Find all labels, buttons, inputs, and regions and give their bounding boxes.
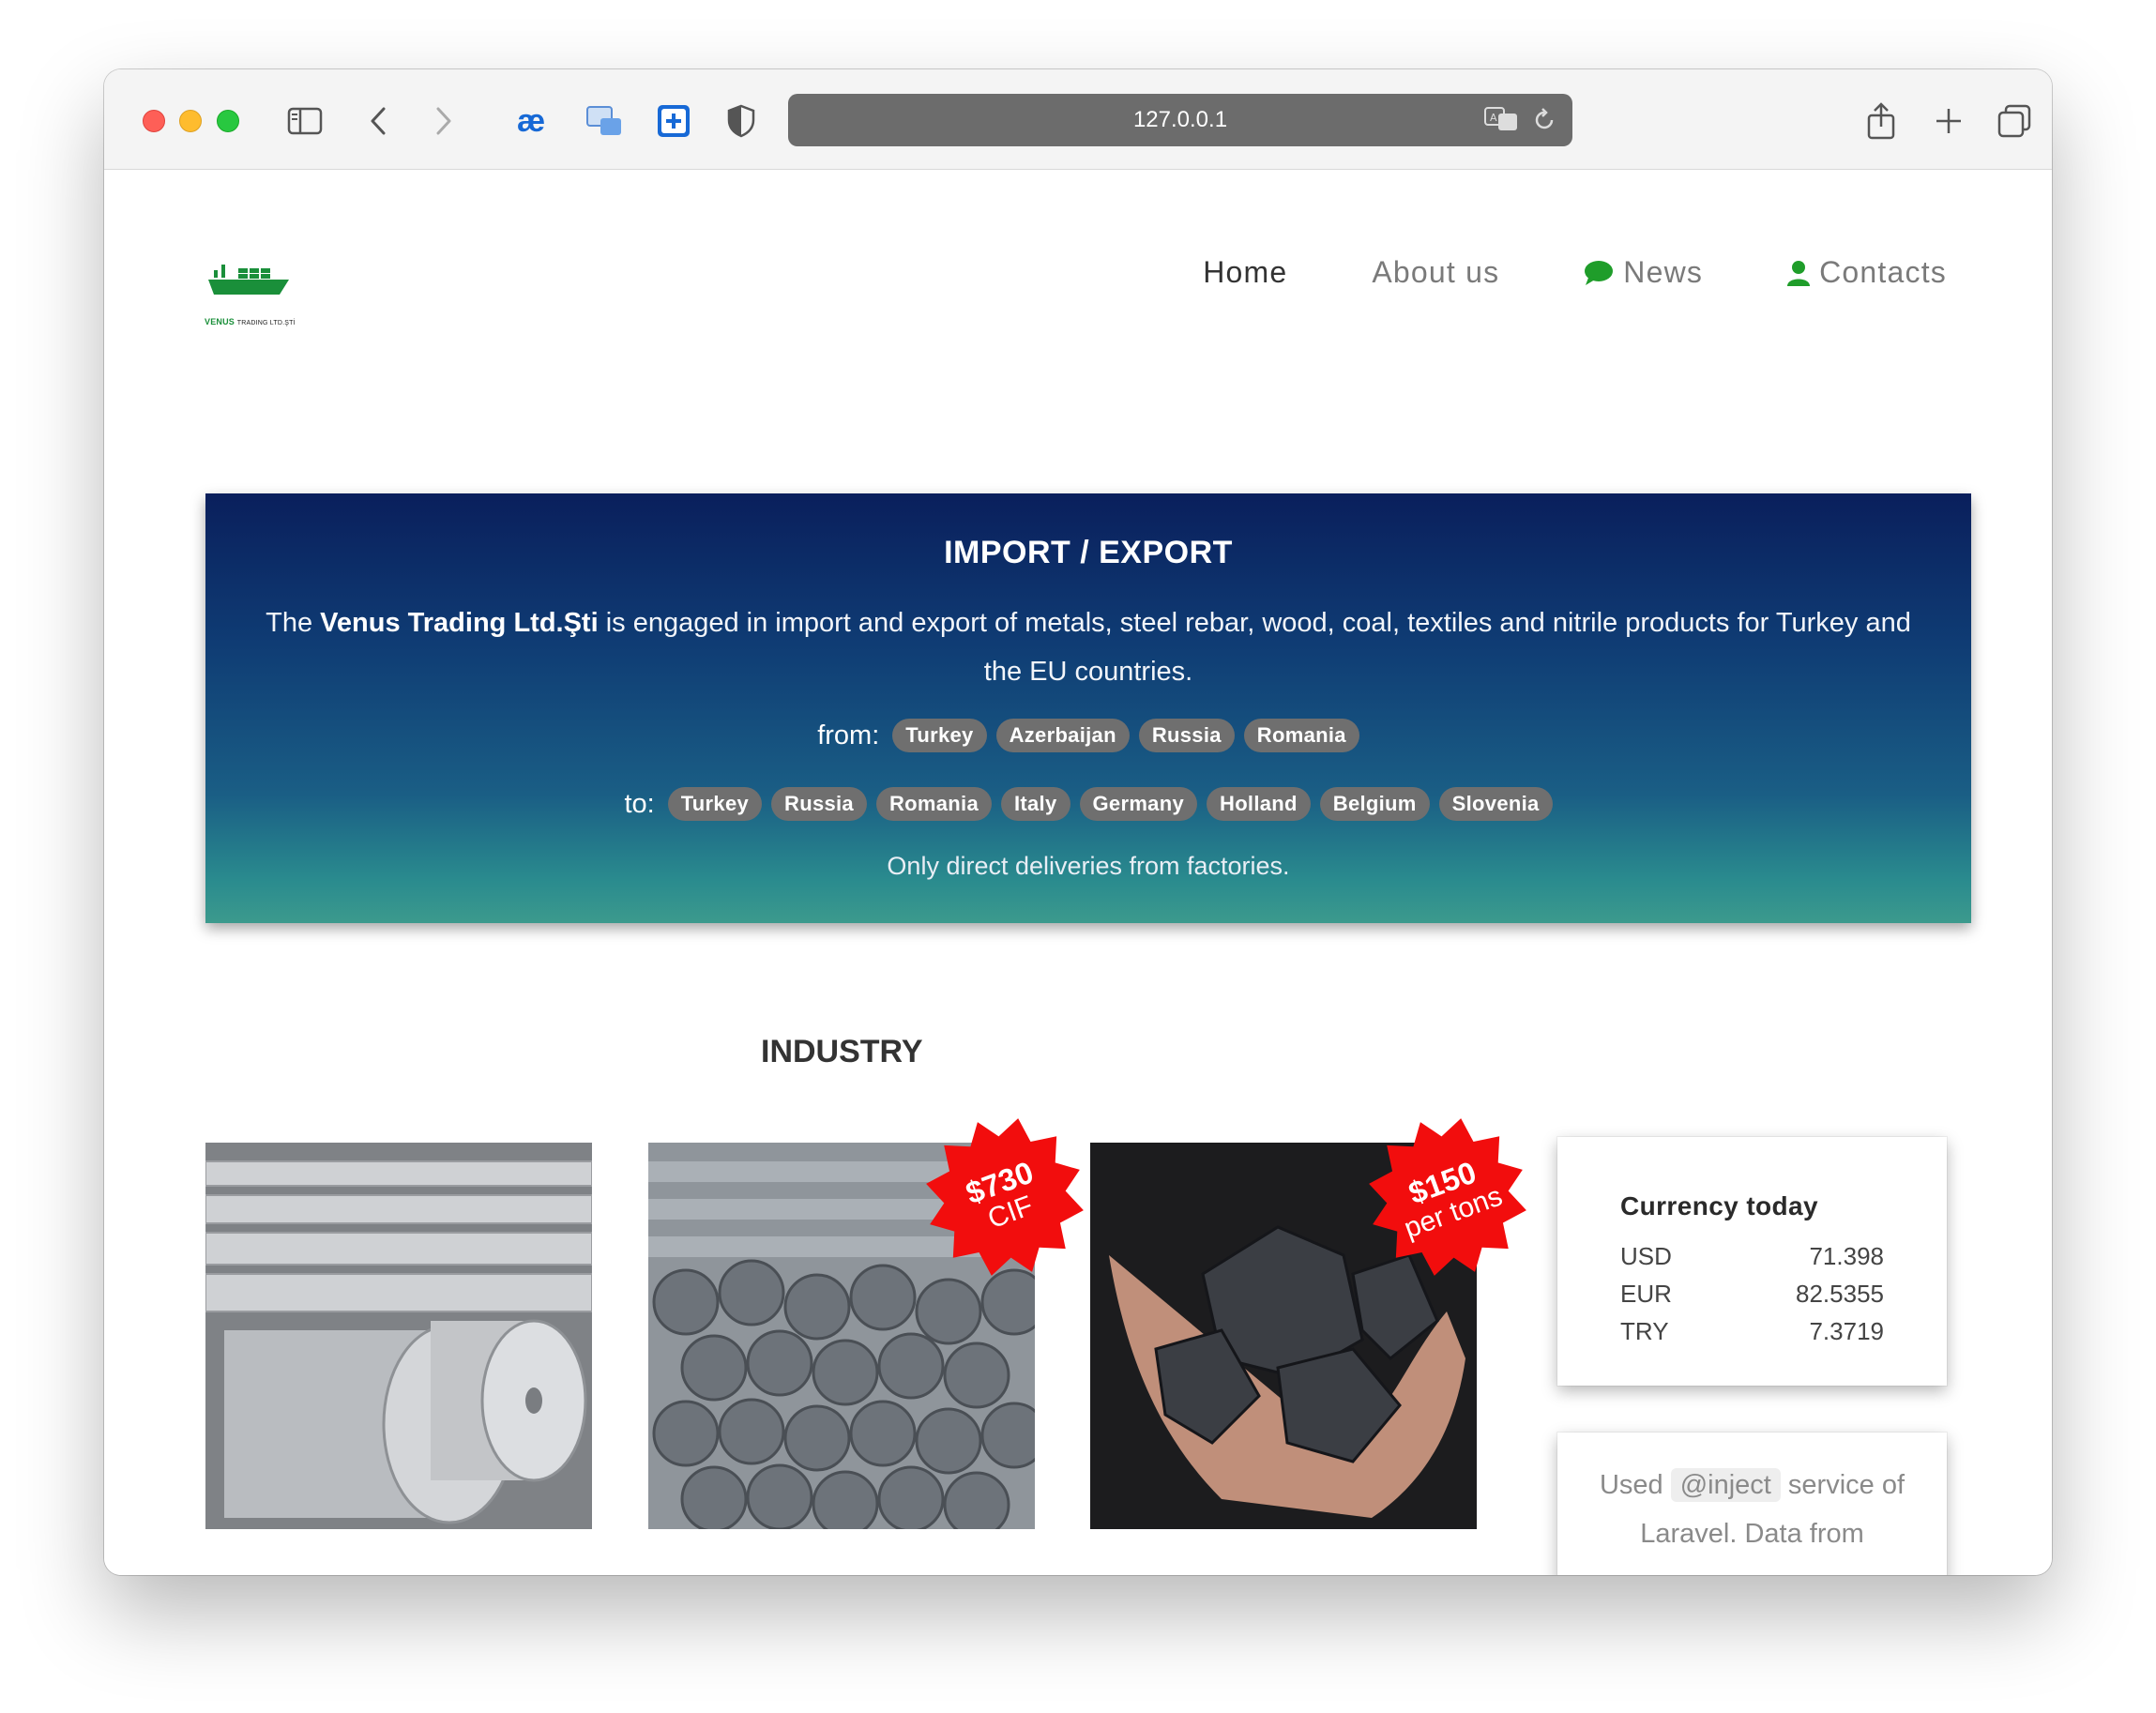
to-chip: Belgium <box>1319 787 1430 821</box>
from-chip: Turkey <box>892 719 987 752</box>
plus-box-extension-icon[interactable] <box>656 103 691 139</box>
from-chip: Azerbaijan <box>995 719 1130 752</box>
currency-title: Currency today <box>1620 1191 1818 1220</box>
from-chip: Romania <box>1243 719 1359 752</box>
hero-banner: IMPORT / EXPORT The Venus Trading Ltd.Şt… <box>205 493 1971 923</box>
to-chip: Italy <box>1000 787 1070 821</box>
translate-icon[interactable]: A <box>1484 107 1520 138</box>
currency-row: TRY 7.3719 <box>1620 1317 1884 1345</box>
hero-description: The Venus Trading Ltd.Şti is engaged in … <box>266 608 1911 687</box>
nav-news[interactable]: News <box>1584 255 1703 290</box>
tabs-overview-icon[interactable] <box>1997 103 2031 139</box>
logo-text: VENUS TRADING LTD.ŞTİ <box>205 317 296 326</box>
svg-text:A: A <box>1490 112 1497 124</box>
to-chip: Romania <box>875 787 992 821</box>
from-chip: Russia <box>1138 719 1235 752</box>
reload-icon[interactable] <box>1533 107 1556 138</box>
url-text: 127.0.0.1 <box>1132 107 1228 132</box>
forward-icon[interactable] <box>434 103 453 139</box>
to-label: to: <box>624 788 655 819</box>
web-page: VENUS TRADING LTD.ŞTİ Home About us News <box>104 171 2052 1575</box>
minimize-window-button[interactable] <box>179 110 202 132</box>
zoom-window-button[interactable] <box>217 110 239 132</box>
address-bar[interactable]: 127.0.0.1 A <box>788 94 1572 146</box>
close-window-button[interactable] <box>143 110 165 132</box>
currency-row: EUR 82.5355 <box>1620 1280 1884 1308</box>
currency-card: Currency today USD 71.398 EUR 82.5355 TRY 7… <box>1557 1137 1947 1386</box>
main-nav: Home About us News Contacts <box>1118 255 1947 290</box>
ae-extension-icon[interactable]: æ <box>517 103 545 139</box>
pip-extension-icon[interactable] <box>585 103 623 139</box>
to-chip: Holland <box>1207 787 1311 821</box>
to-countries: to: Turkey Russia Romania Italy Germany … <box>205 787 1971 821</box>
currency-row: USD 71.398 <box>1620 1242 1884 1270</box>
browser-window: æ 127.0.0.1 A VENUS TRADING LTD.ŞTİ Home… <box>104 69 2052 1575</box>
to-chip: Slovenia <box>1438 787 1553 821</box>
to-chip: Russia <box>771 787 867 821</box>
inject-info-card: Used @inject service of Laravel. Data fr… <box>1557 1433 1947 1575</box>
inject-code: @inject <box>1670 1468 1781 1502</box>
sidebar-icon[interactable] <box>287 103 323 139</box>
from-countries: from: Turkey Azerbaijan Russia Romania <box>205 719 1971 752</box>
nav-contacts[interactable]: Contacts <box>1787 255 1947 290</box>
product-image-aluminum-coils[interactable] <box>205 1143 592 1529</box>
industry-heading: INDUSTRY <box>761 1034 923 1069</box>
to-chip: Turkey <box>667 787 763 821</box>
nav-home[interactable]: Home <box>1203 255 1287 290</box>
to-chip: Germany <box>1079 787 1197 821</box>
comment-icon <box>1584 260 1614 286</box>
site-logo[interactable]: VENUS TRADING LTD.ŞTİ <box>205 257 308 332</box>
back-icon[interactable] <box>369 103 387 139</box>
nav-about-us[interactable]: About us <box>1372 255 1499 290</box>
company-name: Venus Trading Ltd.Şti <box>320 608 599 638</box>
user-icon <box>1787 260 1811 286</box>
cargo-ship-icon <box>208 265 289 295</box>
from-label: from: <box>817 720 880 750</box>
hero-note: Only direct deliveries from factories. <box>887 852 1290 880</box>
new-tab-icon[interactable] <box>1934 103 1964 139</box>
browser-toolbar: æ 127.0.0.1 A <box>104 69 2052 170</box>
hero-title: IMPORT / EXPORT <box>944 535 1233 570</box>
shield-icon[interactable] <box>727 103 755 139</box>
share-icon[interactable] <box>1866 102 1896 140</box>
